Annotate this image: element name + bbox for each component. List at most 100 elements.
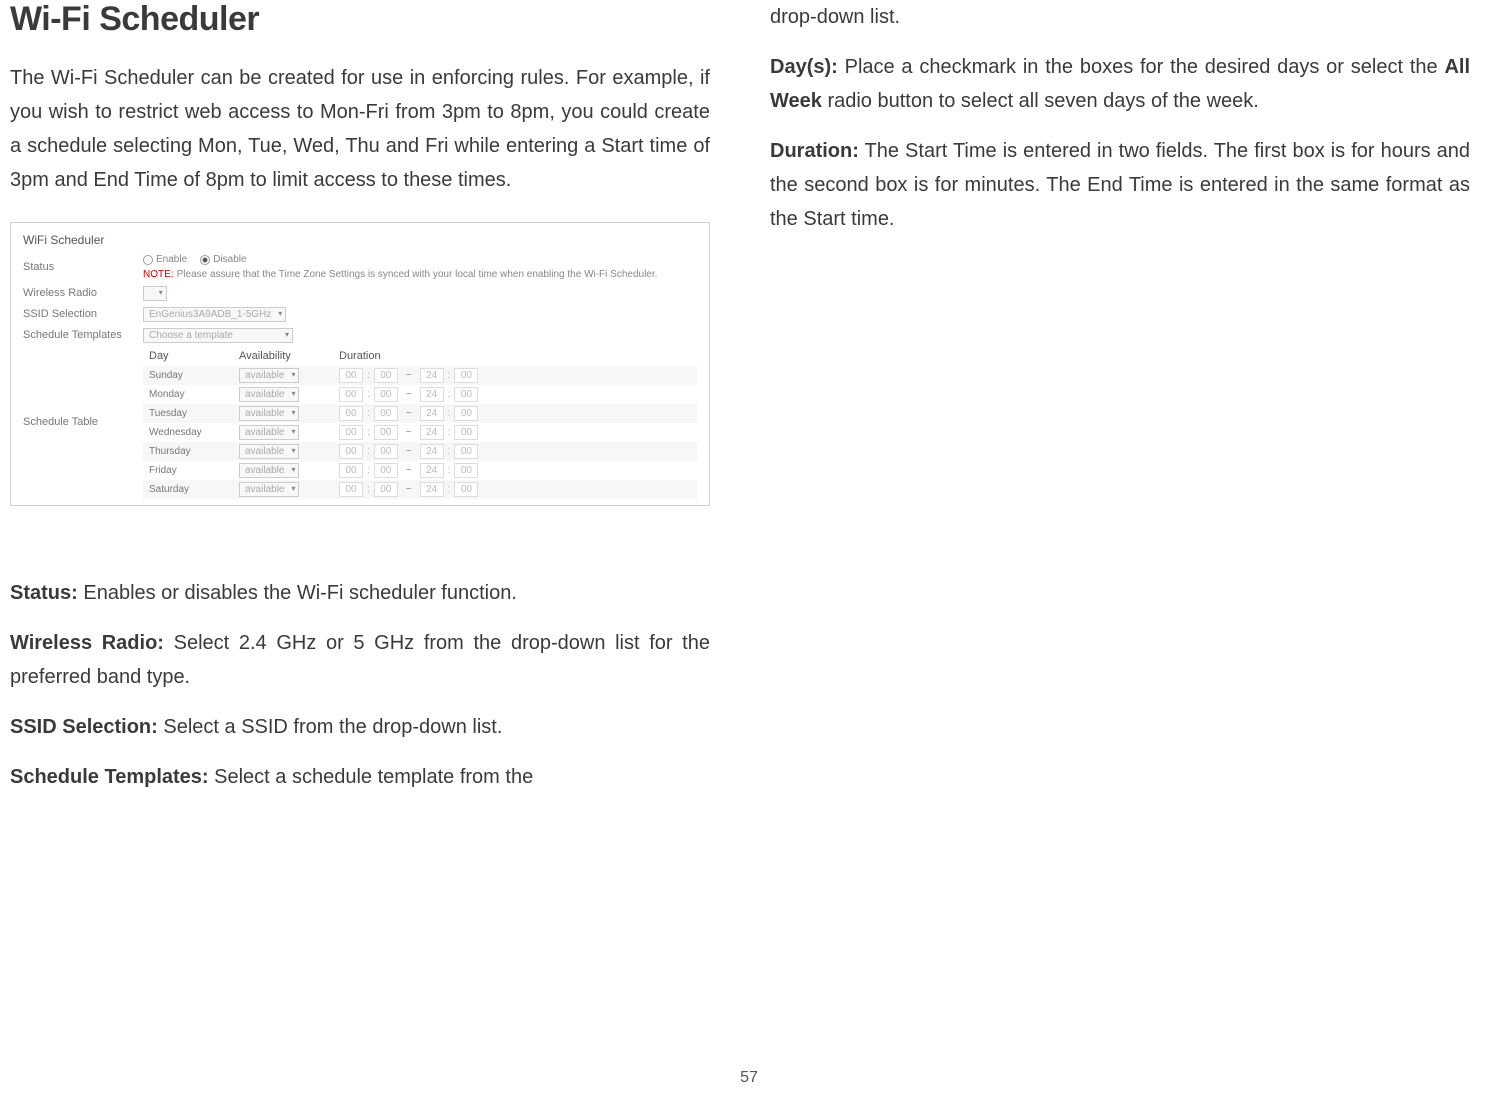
colon-separator: : xyxy=(448,484,451,495)
availability-dropdown[interactable]: available xyxy=(239,444,299,459)
th-day: Day xyxy=(149,350,229,362)
wireless-term: Wireless Radio: xyxy=(10,632,164,654)
duration-paragraph: Duration: The Start Time is entered in t… xyxy=(770,134,1470,236)
start-minute-input[interactable]: 00 xyxy=(374,387,398,402)
ssid-dropdown[interactable]: EnGenius3A9ADB_1-5GHz xyxy=(143,307,286,322)
table-row: Mondayavailable00:00~24:00 xyxy=(143,385,697,404)
disable-radio-label: Disable xyxy=(213,254,246,265)
colon-separator: : xyxy=(448,446,451,457)
end-hour-input[interactable]: 24 xyxy=(420,482,444,497)
table-row: Tuesdayavailable00:00~24:00 xyxy=(143,404,697,423)
cell-day: Monday xyxy=(149,389,229,400)
page-number: 57 xyxy=(740,1069,758,1087)
ss-templates-label: Schedule Templates xyxy=(23,329,133,341)
template-dropdown[interactable]: Choose a template xyxy=(143,328,293,343)
colon-separator: : xyxy=(367,427,370,438)
start-hour-input[interactable]: 00 xyxy=(339,463,363,478)
end-hour-input[interactable]: 24 xyxy=(420,368,444,383)
tilde-separator: ~ xyxy=(402,408,416,419)
templates-desc: Select a schedule template from the xyxy=(209,766,534,788)
colon-separator: : xyxy=(448,465,451,476)
cell-day: Thursday xyxy=(149,446,229,457)
end-hour-input[interactable]: 24 xyxy=(420,463,444,478)
ss-status-label: Status xyxy=(23,261,133,273)
ss-ssid-label: SSID Selection xyxy=(23,308,133,320)
end-minute-input[interactable]: 00 xyxy=(454,368,478,383)
end-minute-input[interactable]: 00 xyxy=(454,444,478,459)
availability-dropdown[interactable]: available xyxy=(239,425,299,440)
status-term: Status: xyxy=(10,582,78,604)
start-hour-input[interactable]: 00 xyxy=(339,444,363,459)
start-hour-input[interactable]: 00 xyxy=(339,387,363,402)
disable-radio[interactable]: Disable xyxy=(200,254,246,265)
colon-separator: : xyxy=(448,389,451,400)
end-minute-input[interactable]: 00 xyxy=(454,406,478,421)
wireless-radio-dropdown[interactable] xyxy=(143,286,167,301)
right-column: drop-down list. Day(s): Place a checkmar… xyxy=(770,0,1470,810)
radio-icon-checked xyxy=(200,255,210,265)
ss-wireless-label: Wireless Radio xyxy=(23,287,133,299)
status-desc: Enables or disables the Wi-Fi scheduler … xyxy=(78,582,517,604)
th-dur: Duration xyxy=(339,350,691,362)
availability-dropdown[interactable]: available xyxy=(239,406,299,421)
days-desc-2: radio button to select all seven days of… xyxy=(822,90,1259,112)
availability-dropdown[interactable]: available xyxy=(239,387,299,402)
start-hour-input[interactable]: 00 xyxy=(339,425,363,440)
start-minute-input[interactable]: 00 xyxy=(374,406,398,421)
end-minute-input[interactable]: 00 xyxy=(454,482,478,497)
end-minute-input[interactable]: 00 xyxy=(454,463,478,478)
colon-separator: : xyxy=(367,370,370,381)
colon-separator: : xyxy=(367,408,370,419)
ss-schedule-table-label: Schedule Table xyxy=(23,346,133,499)
start-minute-input[interactable]: 00 xyxy=(374,444,398,459)
colon-separator: : xyxy=(367,389,370,400)
end-hour-input[interactable]: 24 xyxy=(420,406,444,421)
enable-radio-label: Enable xyxy=(156,254,187,265)
end-minute-input[interactable]: 00 xyxy=(454,387,478,402)
cell-day: Tuesday xyxy=(149,408,229,419)
start-hour-input[interactable]: 00 xyxy=(339,406,363,421)
left-column: Wi-Fi Scheduler The Wi-Fi Scheduler can … xyxy=(10,0,710,810)
ss-note-text: Please assure that the Time Zone Setting… xyxy=(177,269,658,280)
ss-table-body: Sundayavailable00:00~24:00Mondayavailabl… xyxy=(143,366,697,499)
tilde-separator: ~ xyxy=(402,427,416,438)
templates-paragraph: Schedule Templates: Select a schedule te… xyxy=(10,760,710,794)
start-hour-input[interactable]: 00 xyxy=(339,368,363,383)
start-minute-input[interactable]: 00 xyxy=(374,482,398,497)
table-row: Sundayavailable00:00~24:00 xyxy=(143,366,697,385)
ssid-term: SSID Selection: xyxy=(10,716,158,738)
status-paragraph: Status: Enables or disables the Wi-Fi sc… xyxy=(10,576,710,610)
end-minute-input[interactable]: 00 xyxy=(454,425,478,440)
ss-section-title: WiFi Scheduler xyxy=(17,229,703,251)
intro-paragraph: The Wi-Fi Scheduler can be created for u… xyxy=(10,61,710,197)
templates-term: Schedule Templates: xyxy=(10,766,209,788)
th-avail: Availability xyxy=(239,350,329,362)
start-hour-input[interactable]: 00 xyxy=(339,482,363,497)
start-minute-input[interactable]: 00 xyxy=(374,463,398,478)
tilde-separator: ~ xyxy=(402,370,416,381)
availability-dropdown[interactable]: available xyxy=(239,368,299,383)
availability-dropdown[interactable]: available xyxy=(239,482,299,497)
end-hour-input[interactable]: 24 xyxy=(420,425,444,440)
tilde-separator: ~ xyxy=(402,484,416,495)
table-row: Fridayavailable00:00~24:00 xyxy=(143,461,697,480)
cell-day: Friday xyxy=(149,465,229,476)
cell-day: Wednesday xyxy=(149,427,229,438)
colon-separator: : xyxy=(367,465,370,476)
availability-dropdown[interactable]: available xyxy=(239,463,299,478)
colon-separator: : xyxy=(448,408,451,419)
colon-separator: : xyxy=(448,427,451,438)
end-hour-input[interactable]: 24 xyxy=(420,387,444,402)
enable-radio[interactable]: Enable xyxy=(143,254,187,265)
start-minute-input[interactable]: 00 xyxy=(374,368,398,383)
end-hour-input[interactable]: 24 xyxy=(420,444,444,459)
duration-desc: The Start Time is entered in two fields.… xyxy=(770,140,1470,230)
days-term: Day(s): xyxy=(770,56,838,78)
page-heading: Wi-Fi Scheduler xyxy=(10,0,710,39)
tilde-separator: ~ xyxy=(402,446,416,457)
colon-separator: : xyxy=(367,446,370,457)
colon-separator: : xyxy=(448,370,451,381)
table-row: Thursdayavailable00:00~24:00 xyxy=(143,442,697,461)
start-minute-input[interactable]: 00 xyxy=(374,425,398,440)
ssid-paragraph: SSID Selection: Select a SSID from the d… xyxy=(10,710,710,744)
